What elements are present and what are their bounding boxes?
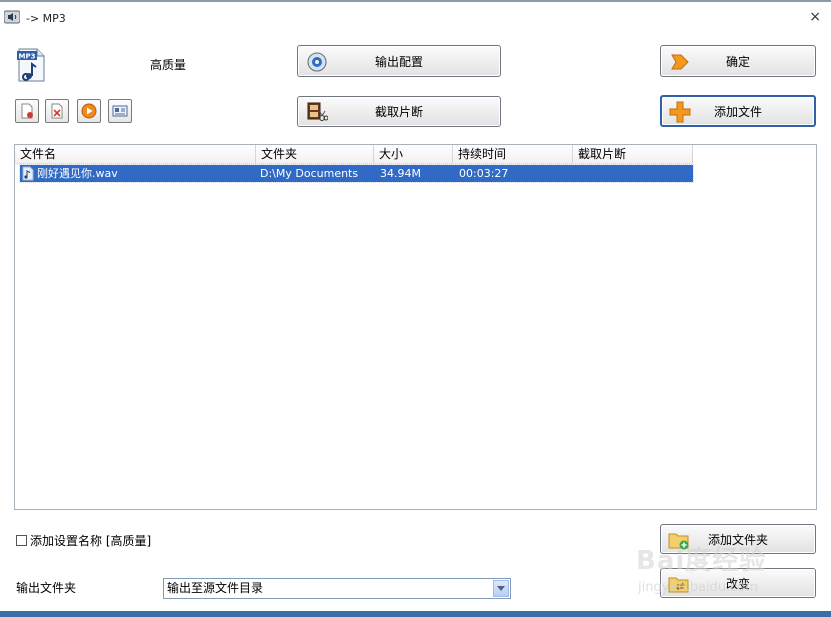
change-label: 改变 [725,576,750,591]
play-button[interactable] [77,99,101,123]
add-folder-button[interactable]: 添加文件夹 [660,524,816,554]
output-folder-label: 输出文件夹 [16,581,77,595]
clip-segment-label: 截取片断 [374,105,423,119]
cell-duration: 00:03:27 [459,167,509,180]
change-button[interactable]: 改变 [660,568,816,598]
taskbar-edge [0,611,831,617]
file-list-header: 文件名 文件夹 大小 持续时间 截取片断 [15,145,693,164]
output-config-label: 输出配置 [374,54,423,69]
cell-size: 34.94M [380,167,421,180]
add-file-button[interactable]: 添加文件 [660,95,816,127]
add-setting-name-label: 添加设置名称 [高质量] [30,534,152,548]
clear-list-icon [51,103,63,119]
column-header-clip[interactable]: 截取片断 [573,145,693,164]
clear-list-button[interactable] [45,99,69,123]
output-folder-value: 输出至源文件目录 [167,581,264,595]
output-folder-select[interactable]: 输出至源文件目录 [163,578,511,599]
close-icon[interactable]: × [809,10,821,24]
cell-folder: D:\My Documents [260,167,359,180]
column-header-filename[interactable]: 文件名 [15,145,256,164]
chevron-down-icon [497,586,505,591]
add-setting-name-checkbox[interactable] [16,535,27,546]
output-config-button[interactable]: 输出配置 [297,45,501,77]
ok-label: 确定 [725,54,750,69]
ok-button[interactable]: 确定 [660,45,816,77]
column-header-folder[interactable]: 文件夹 [256,145,374,164]
dropdown-arrow-button[interactable] [493,580,509,597]
cell-filename: 刚好遇见你.wav [37,167,118,180]
title-bar: -> MP3 × [0,2,831,32]
add-folder-label: 添加文件夹 [707,532,768,547]
window-title: -> MP3 [26,12,66,25]
mp3-badge-text: MP3 [19,53,36,61]
play-icon [81,103,97,119]
file-list[interactable]: 文件名 文件夹 大小 持续时间 截取片断 刚好遇见你.wav D:\My Doc… [14,144,817,510]
audio-file-icon [22,166,34,181]
column-header-duration[interactable]: 持续时间 [453,145,573,164]
mp3-file-icon: MP3 [17,48,45,82]
add-file-label: 添加文件 [713,104,762,119]
media-info-icon [112,105,128,117]
quality-preset-label: 高质量 [150,58,187,72]
remove-file-button[interactable] [15,99,39,123]
media-info-button[interactable] [108,99,132,123]
table-row[interactable]: 刚好遇见你.wav D:\My Documents 34.94M 00:03:2… [19,164,694,183]
remove-file-icon [21,103,33,119]
column-header-size[interactable]: 大小 [374,145,453,164]
app-speaker-icon [4,10,20,24]
clip-segment-button[interactable]: 截取片断 [297,96,501,127]
